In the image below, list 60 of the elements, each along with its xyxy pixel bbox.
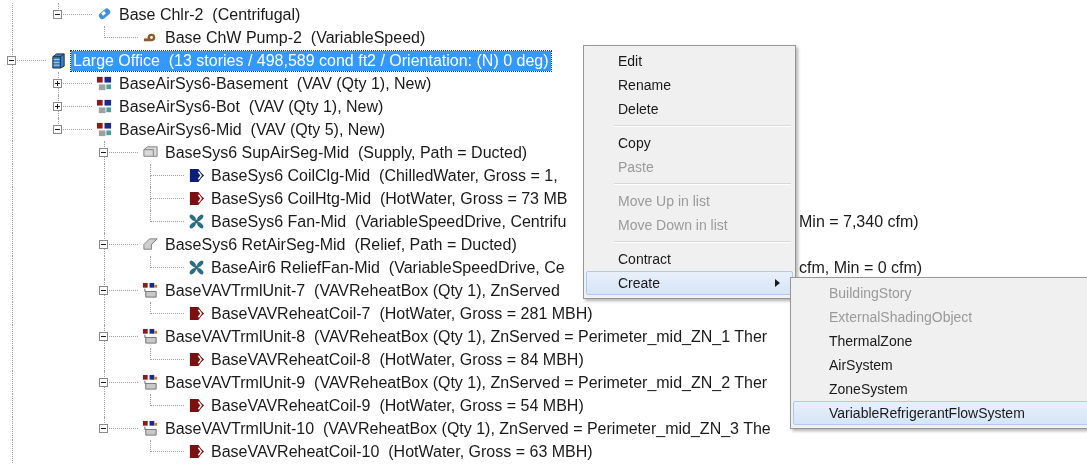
collapse-toggle[interactable] <box>99 240 108 249</box>
tree-item[interactable]: BaseSys6 RetAirSeg-Mid (Relief, Path = Ducted) <box>163 234 519 255</box>
collapse-toggle[interactable] <box>53 125 62 134</box>
menu-item[interactable]: ZoneSystem <box>793 377 1087 401</box>
tree-item[interactable]: BaseAirSys6-Mid (VAV (Qty 5), New) <box>117 119 388 140</box>
air-system-icon <box>96 121 113 138</box>
tree-item[interactable]: BaseSys6 CoilClg-Mid (ChilledWater, Gross = 1, <box>209 165 560 186</box>
tree-item[interactable]: Base ChW Pump-2 (VariableSpeed) <box>163 27 428 48</box>
duct-segment-icon <box>142 236 159 253</box>
terminal-unit-icon <box>142 328 159 345</box>
tree-item[interactable]: BaseSys6 Fan-Mid (VariableSpeedDrive, Centrifu <box>209 211 569 232</box>
menu-item[interactable]: Create <box>586 271 793 295</box>
fan-icon <box>188 259 205 276</box>
menu-item[interactable]: VariableRefrigerantFlowSystem <box>793 401 1087 425</box>
tree-item-text: cfm, Min = 0 cfm) <box>799 258 923 277</box>
tree-item-text: Min = 7,340 cfm) <box>799 212 919 231</box>
terminal-unit-icon <box>142 282 159 299</box>
collapse-toggle[interactable] <box>53 10 62 19</box>
tree-item[interactable]: BaseAirSys6-Basement (VAV (Qty 1), New) <box>117 73 434 94</box>
expand-toggle[interactable] <box>53 79 62 88</box>
tree-item[interactable]: BaseVAVTrmlUnit-10 (VAVReheatBox (Qty 1), ZnServed = Perimeter_mid_ZN_3 The <box>163 418 773 439</box>
air-system-icon <box>96 75 113 92</box>
collapse-toggle[interactable] <box>7 56 16 65</box>
coil-icon <box>188 351 205 368</box>
coil-icon <box>188 443 205 460</box>
coil-icon <box>188 190 205 207</box>
tree-item[interactable]: BaseVAVReheatCoil-8 (HotWater, Gross = 84 MBH) <box>209 349 586 370</box>
coil-icon <box>188 305 205 322</box>
tree-item[interactable]: BaseVAVReheatCoil-9 (HotWater, Gross = 54 MBH) <box>209 395 586 416</box>
tree-item[interactable]: BaseAir6 ReliefFan-Mid (VariableSpeedDrive, Ce <box>209 257 567 278</box>
menu-item[interactable]: Copy <box>586 131 793 155</box>
menu-item[interactable]: AirSystem <box>793 353 1087 377</box>
collapse-toggle[interactable] <box>99 286 108 295</box>
collapse-toggle[interactable] <box>99 148 108 157</box>
building-icon <box>50 52 67 69</box>
tree-item[interactable]: BaseVAVTrmlUnit-8 (VAVReheatBox (Qty 1), ZnServed = Perimeter_mid_ZN_1 Ther <box>163 326 770 347</box>
collapse-toggle[interactable] <box>99 424 108 433</box>
coil-icon <box>188 397 205 414</box>
terminal-unit-icon <box>142 420 159 437</box>
tree-item[interactable]: BaseSys6 CoilHtg-Mid (HotWater, Gross = 73 MB <box>209 188 570 209</box>
air-system-icon <box>96 98 113 115</box>
menu-item[interactable]: Contract <box>586 247 793 271</box>
tree-item[interactable]: BaseVAVReheatCoil-7 (HotWater, Gross = 281 MBH) <box>209 303 595 324</box>
collapse-toggle[interactable] <box>99 378 108 387</box>
tree-item[interactable]: BaseVAVTrmlUnit-9 (VAVReheatBox (Qty 1), ZnServed = Perimeter_mid_ZN_2 Ther <box>163 372 770 393</box>
tree-item[interactable]: BaseVAVTrmlUnit-7 (VAVReheatBox (Qty 1), ZnServed <box>163 280 562 301</box>
fan-icon <box>188 213 205 230</box>
tree-item[interactable]: BaseVAVReheatCoil-10 (HotWater, Gross = 63 MBH) <box>209 441 595 462</box>
menu-item[interactable]: Delete <box>586 97 793 121</box>
expand-toggle[interactable] <box>53 102 62 111</box>
coil-icon <box>188 167 205 184</box>
tree-item[interactable]: Base Chlr-2 (Centrifugal) <box>117 4 303 25</box>
menu-item[interactable]: Edit <box>586 49 793 73</box>
menu-item[interactable]: Rename <box>586 73 793 97</box>
submenu-arrow-icon <box>775 279 780 287</box>
menu-item[interactable]: ThermalZone <box>793 329 1087 353</box>
terminal-unit-icon <box>142 374 159 391</box>
tree-item[interactable]: BaseSys6 SupAirSeg-Mid (Supply, Path = Ducted) <box>163 142 530 163</box>
tree-item[interactable]: BaseAirSys6-Bot (VAV (Qty 1), New) <box>117 96 386 117</box>
collapse-toggle[interactable] <box>99 332 108 341</box>
